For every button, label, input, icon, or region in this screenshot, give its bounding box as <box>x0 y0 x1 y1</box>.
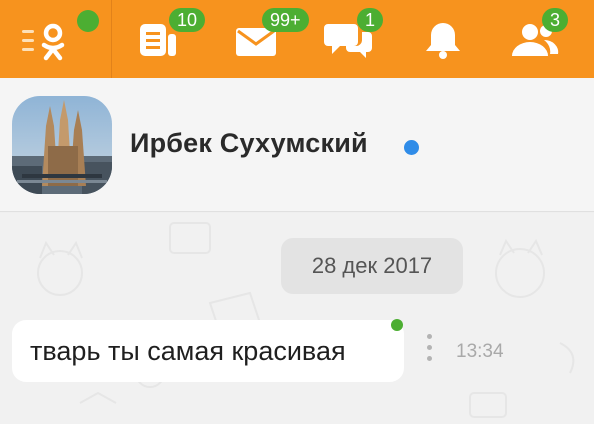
date-separator: 28 дек 2017 <box>281 238 463 294</box>
feed-button[interactable]: 10 <box>112 0 208 78</box>
more-options-icon[interactable] <box>424 334 434 364</box>
mail-badge: 99+ <box>262 8 309 32</box>
chat-area: 28 дек 2017 тварь ты самая красивая 13:3… <box>0 213 594 424</box>
cathedral-photo <box>12 96 112 194</box>
online-status-dot <box>404 140 419 155</box>
discussions-badge: 1 <box>357 8 384 32</box>
friends-badge: 3 <box>542 8 569 32</box>
friends-button[interactable]: 3 <box>494 0 594 78</box>
message-unread-dot <box>391 319 403 331</box>
message-time: 13:34 <box>456 341 504 362</box>
discussions-button[interactable]: 1 <box>316 0 410 78</box>
mail-icon <box>236 28 276 56</box>
message-bubble[interactable]: тварь ты самая красивая <box>12 320 404 382</box>
top-toolbar: 10 99+ 1 3 <box>0 0 594 78</box>
menu-button[interactable] <box>0 0 111 78</box>
avatar[interactable] <box>12 96 112 194</box>
feed-badge: 10 <box>169 8 206 32</box>
menu-notification-dot <box>77 10 99 32</box>
profile-name[interactable]: Ирбек Сухумский <box>130 128 368 159</box>
bell-icon <box>426 23 460 59</box>
notifications-button[interactable] <box>410 0 494 78</box>
ok-logo-menu-icon <box>22 23 65 61</box>
chat-header: Ирбек Сухумский <box>0 78 594 212</box>
mail-button[interactable]: 99+ <box>220 0 316 78</box>
